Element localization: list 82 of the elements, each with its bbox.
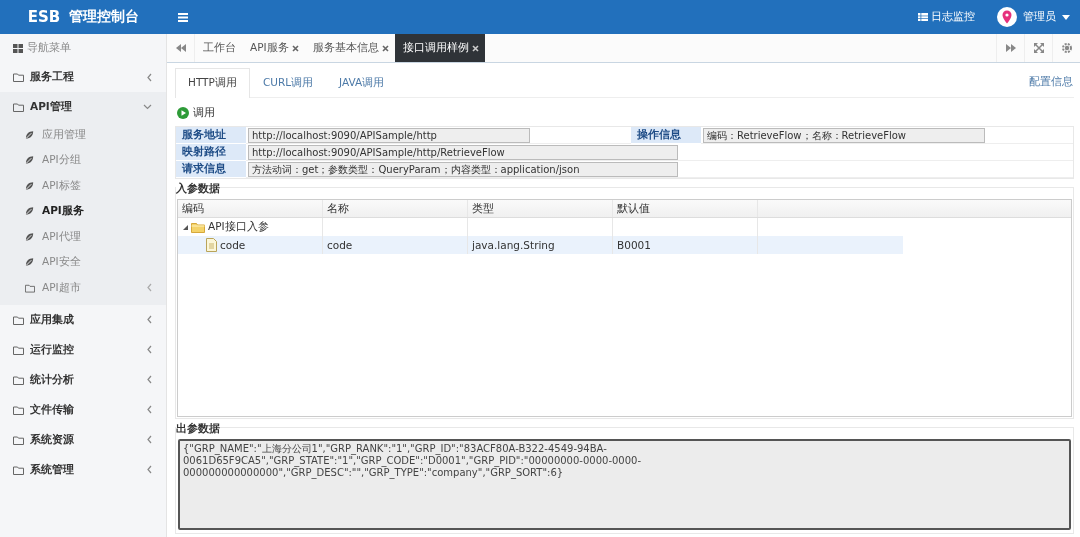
leaf-icon	[25, 155, 35, 166]
chevron-icon	[147, 283, 152, 293]
folder-icon	[13, 374, 24, 385]
page-tab[interactable]: 服务基本信息	[304, 34, 395, 62]
file-icon	[206, 238, 217, 252]
nav-group-item[interactable]: 运行监控	[0, 334, 166, 365]
nav-group-item[interactable]: 系统管理	[0, 454, 166, 485]
field-label: 操作信息	[631, 127, 701, 144]
double-left-icon	[175, 44, 186, 52]
play-icon	[177, 106, 189, 119]
leaf-icon	[25, 257, 35, 268]
app-title: 管理控制台	[69, 8, 140, 26]
table-cell: B0001	[617, 239, 651, 251]
close-icon	[291, 44, 299, 52]
chevron-icon	[147, 345, 152, 354]
page-tab[interactable]: API服务	[242, 34, 305, 62]
grid-icon	[13, 43, 23, 53]
leaf-icon	[25, 129, 35, 140]
field-label: 服务地址	[176, 127, 246, 144]
field-value: 编码：RetrieveFlow；名称：RetrieveFlow	[703, 128, 985, 143]
column-header: 默认值	[613, 200, 758, 217]
folder-icon	[13, 434, 24, 445]
chevron-icon	[147, 435, 152, 444]
avatar-icon	[997, 7, 1017, 27]
field-label: 映射路径	[176, 144, 246, 161]
chevron-icon	[143, 104, 152, 110]
nav-group-item[interactable]: 服务工程	[0, 62, 166, 92]
menu-icon[interactable]	[178, 12, 188, 22]
nav-menu-title: 导航菜单	[27, 41, 71, 55]
folder-icon	[13, 314, 24, 325]
table-cell: code	[220, 239, 246, 251]
chevron-icon	[147, 375, 152, 384]
column-header: 编码	[178, 200, 323, 217]
column-header: 类型	[468, 200, 613, 217]
chevron-icon	[147, 72, 152, 82]
list-icon	[918, 13, 928, 21]
config-info-link[interactable]: 配置信息	[1029, 74, 1073, 89]
column-header: 名称	[323, 200, 468, 217]
table-cell: code	[327, 239, 353, 251]
field-value: 方法动词：get；参数类型：QueryParam；内容类型：application/json	[248, 162, 678, 177]
brand-name: ESB	[27, 8, 61, 26]
leaf-icon	[25, 180, 35, 191]
tab[interactable]: HTTP调用	[175, 68, 250, 98]
folder-icon	[25, 282, 35, 293]
chevron-icon	[147, 405, 152, 414]
output-text-area[interactable]: {"GRP_NAME":"上海分公司1","GRP_RANK":"1","GRP_ID":"83ACF80A-B322-4549-94BA-0061D65F9CA5","GRP_STATE":"1","GRP_CODE":"D0001","GRP_PID":"00000000-0000-0000-000000000000000","GRP_DESC":"","GRP_TYPE":"company","GRP_SORT":6}	[178, 439, 1071, 530]
chevron-icon	[147, 315, 152, 324]
fullscreen-icon	[1033, 43, 1044, 53]
folder-icon	[13, 404, 24, 415]
field-label: 请求信息	[176, 161, 246, 178]
table-cell: java.lang.String	[472, 239, 555, 251]
nav-group-item[interactable]: 系统资源	[0, 424, 166, 455]
page-tab[interactable]: 接口调用样例	[394, 34, 485, 62]
log-monitor-link[interactable]: 日志监控	[918, 10, 975, 24]
chevron-icon	[147, 465, 152, 474]
leaf-icon	[25, 206, 35, 217]
leaf-icon	[25, 231, 35, 242]
nav-group-item[interactable]: 文件传输	[0, 394, 166, 425]
close-icon	[471, 44, 479, 52]
field-value: http://localhost:9090/APISample/http	[248, 128, 530, 143]
nav-group-item[interactable]: 应用集成	[0, 304, 166, 335]
tab[interactable]: JAVA调用	[326, 68, 398, 97]
expanded-icon	[182, 223, 188, 231]
folder-icon	[191, 221, 205, 233]
double-right-icon	[1005, 44, 1016, 52]
settings-icon	[1061, 43, 1072, 53]
page-tab[interactable]: 工作台	[195, 34, 242, 62]
close-icon	[381, 44, 389, 52]
tab[interactable]: CURL调用	[249, 68, 327, 97]
nav-group-item[interactable]: 统计分析	[0, 364, 166, 395]
caret-icon	[1062, 14, 1070, 20]
user-menu[interactable]: 管理员	[997, 7, 1070, 27]
folder-icon	[13, 464, 24, 475]
field-value: http://localhost:9090/APISample/http/RetrieveFlow	[248, 145, 678, 160]
nav-group-item[interactable]: API管理	[0, 92, 166, 122]
table-cell: API接口入参	[208, 220, 269, 234]
nav-item[interactable]: API服务	[0, 198, 166, 224]
folder-icon	[13, 344, 24, 355]
folder-icon	[13, 72, 24, 82]
folder-icon	[13, 102, 24, 112]
table-row[interactable]: code code java.lang.String B0001	[178, 236, 903, 254]
invoke-button[interactable]: 调用	[177, 105, 215, 120]
